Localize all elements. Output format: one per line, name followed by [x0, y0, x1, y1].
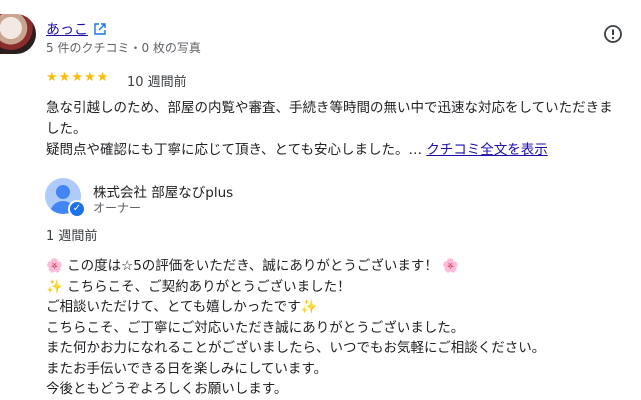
review-line: 急な引越しのため、部屋の内覧や審査、手続き等時間の無い中で迅速な対応をしていただ…: [46, 100, 613, 116]
star-icon: ★: [83, 70, 96, 85]
verified-check-icon: ✓: [68, 200, 86, 218]
star-icon: ★: [96, 70, 109, 85]
review-date: 10 週間前: [127, 75, 187, 90]
owner-role: オーナー: [93, 201, 142, 215]
owner-name: 株式会社 部屋なびplus: [93, 185, 234, 201]
read-full-review-link[interactable]: クチコミ全文を表示: [426, 142, 548, 158]
reviewer-avatar[interactable]: [0, 14, 36, 54]
review-line-last: 疑問点や確認にも丁寧に応じて頂き、とても安心しました。… クチコミ全文を表示: [46, 140, 641, 161]
review-text: 急な引越しのため、部屋の内覧や審査、手続き等時間の無い中で迅速な対応をしていただ…: [46, 98, 641, 161]
reply-line: またお手伝いできる日を楽しみにしています。: [46, 360, 328, 377]
reply-line: また何かお力になれることがございましたら、いつでもお気軽にご相談ください。: [46, 340, 546, 356]
star-icon: ★: [46, 70, 58, 85]
external-link-icon: [94, 23, 106, 35]
star-icon: ★: [71, 70, 83, 85]
star-icon: ★: [58, 70, 71, 85]
reply-date: 1 週間前: [46, 229, 98, 244]
reviewer-name-link[interactable]: あっこ: [46, 19, 106, 39]
reviewer-name[interactable]: あっこ: [46, 19, 88, 39]
reply-line: ✨ こちらこそ、ご契約ありがとうございました！: [46, 278, 351, 295]
review-line: した。: [46, 121, 87, 137]
review-line: 疑問点や確認にも丁寧に応じて頂き、とても安心しました。…: [46, 142, 427, 158]
reply-line: こちらこそ、ご丁寧にご対応いただき誠にありがとうございました。: [46, 319, 465, 336]
owner-reply: 🌸 この度は☆5の評価をいただき、誠にありがとうございます！ 🌸 ✨ こちらこそ…: [46, 256, 545, 400]
reply-line: 今後ともどうぞよろしくお願いします。: [46, 381, 288, 397]
reply-line: 🌸 この度は☆5の評価をいただき、誠にありがとうございます！ 🌸: [46, 258, 459, 274]
reviewer-meta: 5 件のクチコミ・0 枚の写真: [46, 41, 201, 55]
reply-line: ご相談いただけて、とても嬉しかったです✨: [46, 299, 318, 315]
star-rating: ★ ★ ★ ★ ★: [46, 70, 108, 86]
report-flag-icon[interactable]: [603, 24, 623, 44]
